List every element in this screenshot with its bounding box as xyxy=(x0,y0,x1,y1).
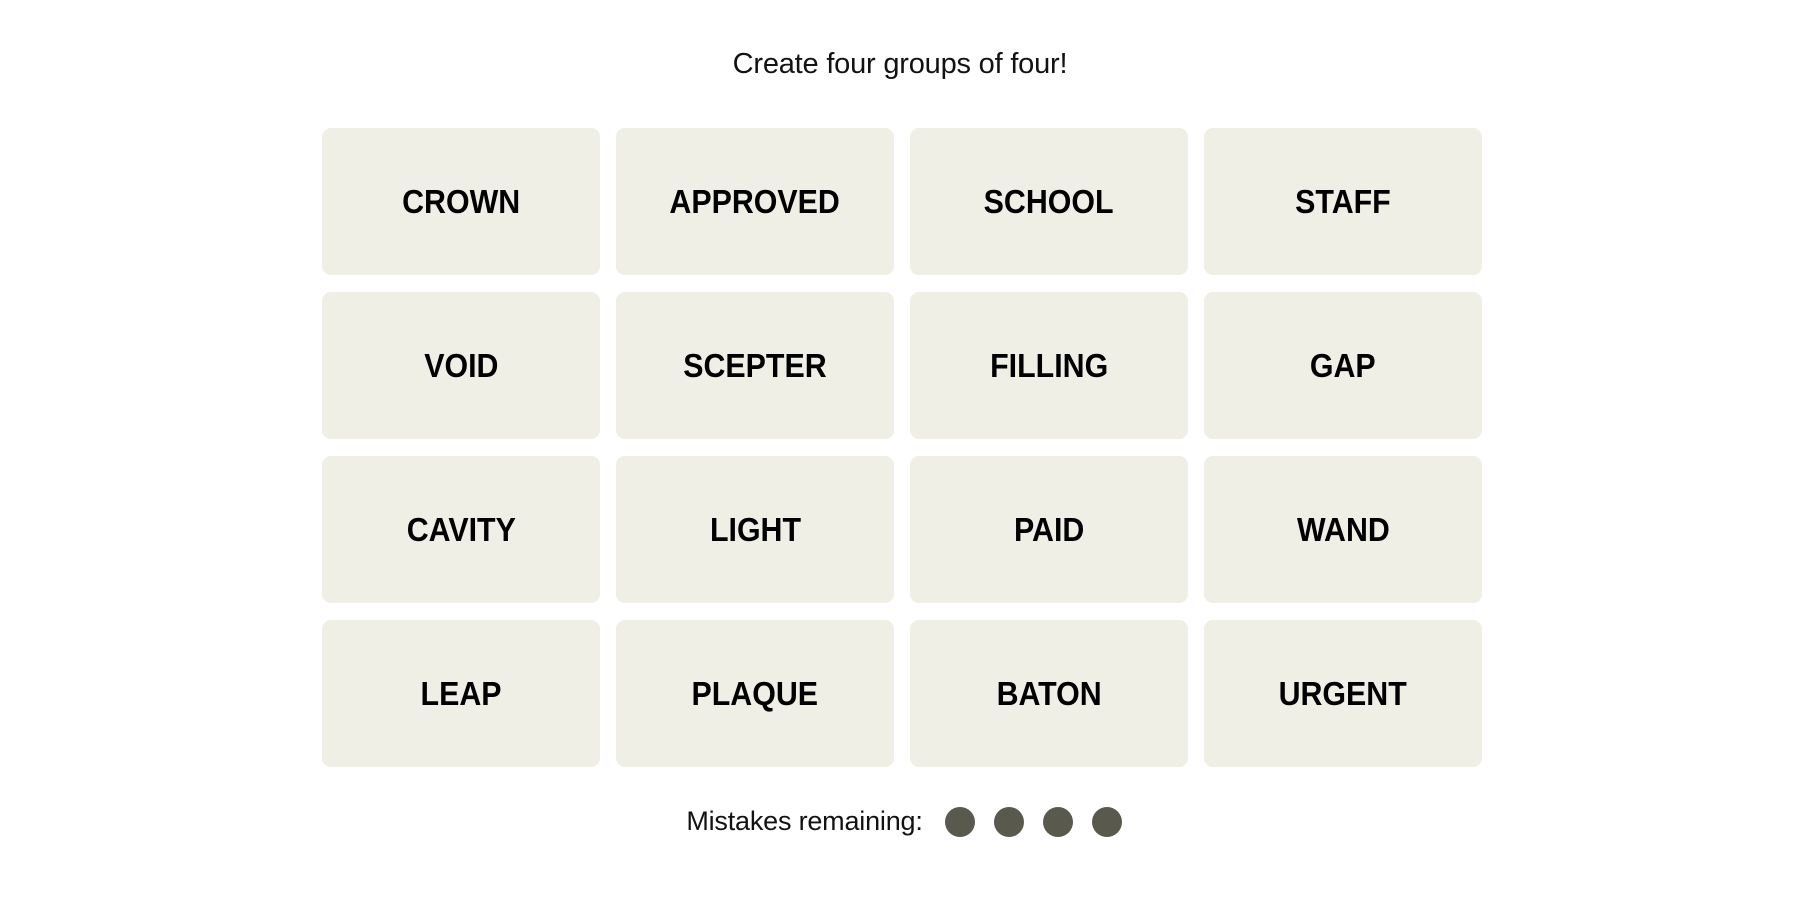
word-tile-label: URGENT xyxy=(1278,674,1408,712)
word-tile[interactable]: LIGHT xyxy=(616,456,894,603)
mistake-dot-icon xyxy=(993,806,1024,837)
word-tile[interactable]: GAP xyxy=(1204,292,1482,439)
word-tile[interactable]: WAND xyxy=(1204,456,1482,603)
word-tile-label: FILLING xyxy=(989,346,1109,384)
word-tile-label: BATON xyxy=(996,674,1102,712)
word-tile-label: SCEPTER xyxy=(683,346,827,384)
word-grid: CROWN APPROVED SCHOOL STAFF VOID SCEPTER… xyxy=(322,128,1482,767)
word-tile-label: LIGHT xyxy=(709,510,801,548)
word-tile[interactable]: URGENT xyxy=(1204,620,1482,767)
word-tile-label: WAND xyxy=(1296,510,1390,548)
word-tile[interactable]: PAID xyxy=(910,456,1188,603)
word-tile[interactable]: CAVITY xyxy=(322,456,600,603)
word-tile-label: CAVITY xyxy=(406,510,516,548)
mistakes-label: Mistakes remaining: xyxy=(686,806,923,836)
word-tile[interactable]: CROWN xyxy=(322,128,600,275)
mistake-dot-icon xyxy=(1091,806,1122,837)
word-tile[interactable]: FILLING xyxy=(910,292,1188,439)
word-tile-label: VOID xyxy=(423,346,499,384)
word-tile[interactable]: BATON xyxy=(910,620,1188,767)
word-tile-label: SCHOOL xyxy=(984,182,1114,220)
word-tile-label: LEAP xyxy=(420,674,502,712)
word-tile[interactable]: VOID xyxy=(322,292,600,439)
word-tile-label: APPROVED xyxy=(669,182,841,220)
mistake-dots xyxy=(944,806,1122,837)
word-tile[interactable]: STAFF xyxy=(1204,128,1482,275)
word-tile-label: PLAQUE xyxy=(691,674,819,712)
word-tile-label: PAID xyxy=(1013,510,1085,548)
word-tile[interactable]: SCHOOL xyxy=(910,128,1188,275)
word-tile[interactable]: APPROVED xyxy=(616,128,894,275)
word-tile[interactable]: PLAQUE xyxy=(616,620,894,767)
mistake-dot-icon xyxy=(944,806,975,837)
word-tile-label: GAP xyxy=(1310,346,1376,384)
word-tile-label: CROWN xyxy=(401,182,521,220)
word-tile-label: STAFF xyxy=(1295,182,1391,220)
mistakes-remaining: Mistakes remaining: xyxy=(0,806,1800,837)
instructions-heading: Create four groups of four! xyxy=(732,48,1068,80)
word-tile[interactable]: SCEPTER xyxy=(616,292,894,439)
mistake-dot-icon xyxy=(1042,806,1073,837)
word-tile[interactable]: LEAP xyxy=(322,620,600,767)
